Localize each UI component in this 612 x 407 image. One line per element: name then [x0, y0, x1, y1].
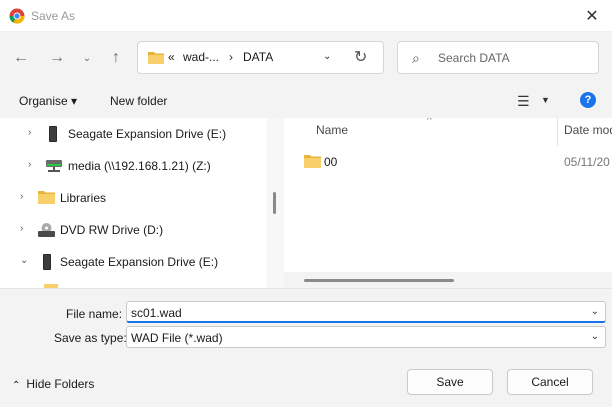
tree-item-media-z[interactable]: › media (\\192.168.1.21) (Z:): [0, 154, 267, 178]
drive-icon: [43, 254, 51, 270]
hide-folders-button[interactable]: ⌃ Hide Folders: [12, 377, 94, 391]
tree-item-label: media (\\192.168.1.21) (Z:): [68, 159, 211, 173]
tree-item-label: Seagate Expansion Drive (E:): [68, 127, 227, 141]
navigation-bar: ← → ⌄ ↑ « wad-... › DATA ⌄ ↻ ⌕ Search DA…: [0, 32, 612, 83]
tree-item-label: DVD RW Drive (D:): [60, 223, 164, 237]
save-type-value: WAD File (*.wad): [131, 331, 223, 345]
arrow-up-icon: ↑: [112, 49, 120, 66]
file-list: ^ Name Date mod 00 05/11/20: [284, 118, 612, 288]
dvd-drive-icon: [38, 223, 55, 237]
tree-item-libraries[interactable]: › Libraries: [0, 186, 267, 210]
command-bar: Organise ▾ New folder ☰ ▼ ?: [0, 83, 612, 118]
chevron-up-icon: ⌃: [12, 380, 21, 391]
view-options-icon[interactable]: ☰: [517, 93, 530, 110]
arrow-right-icon: →: [49, 49, 65, 66]
chevron-down-icon[interactable]: ⌄: [591, 306, 599, 317]
tree-item-label: Seagate Expansion Drive (E:): [60, 255, 219, 269]
address-overflow-icon[interactable]: «: [168, 50, 175, 64]
cancel-button[interactable]: Cancel: [507, 369, 593, 395]
file-name-label: File name:: [66, 307, 123, 321]
file-name-field[interactable]: sc01.wad ⌄: [126, 301, 606, 323]
save-type-select[interactable]: WAD File (*.wad) ⌄: [126, 326, 606, 348]
chevron-down-icon: ⌄: [82, 52, 92, 64]
collapse-icon[interactable]: ⌄: [20, 255, 28, 266]
save-form: File name: sc01.wad ⌄ Save as type: WAD …: [0, 288, 612, 407]
column-header-name[interactable]: Name: [316, 123, 348, 137]
scrollbar-thumb[interactable]: [273, 192, 276, 214]
view-dropdown-icon[interactable]: ▼: [541, 95, 550, 105]
horizontal-scrollbar[interactable]: [284, 272, 612, 288]
drive-icon: [49, 126, 57, 142]
hide-folders-label: Hide Folders: [26, 377, 95, 391]
search-box[interactable]: ⌕ Search DATA: [397, 41, 599, 74]
chevron-down-icon: ⌄: [590, 331, 599, 342]
libraries-icon: [38, 191, 55, 204]
expand-icon[interactable]: ›: [20, 223, 23, 234]
breadcrumb-data[interactable]: DATA: [243, 50, 273, 64]
save-type-label: Save as type:: [54, 331, 127, 345]
new-folder-button[interactable]: New folder: [110, 94, 167, 108]
window-title: Save As: [31, 9, 76, 23]
recent-locations-button[interactable]: ⌄: [75, 46, 99, 70]
tree-item-label: Libraries: [60, 191, 107, 205]
navigation-pane: › Seagate Expansion Drive (E:) › media (…: [0, 118, 267, 288]
scrollbar-thumb[interactable]: [304, 279, 454, 282]
tree-item-seagate-e[interactable]: › Seagate Expansion Drive (E:): [0, 122, 267, 146]
forward-button[interactable]: →: [45, 46, 69, 70]
back-button[interactable]: ←: [9, 46, 33, 70]
save-button[interactable]: Save: [407, 369, 493, 395]
sort-ascending-icon: ^: [427, 118, 432, 126]
address-bar[interactable]: « wad-... › DATA ⌄ ↻: [137, 41, 384, 74]
network-drive-icon: [46, 160, 62, 172]
file-name: 00: [324, 155, 338, 169]
title-bar: Save As ✕: [0, 0, 612, 32]
up-button[interactable]: ↑: [104, 46, 128, 70]
address-dropdown-icon[interactable]: ⌄: [323, 51, 331, 62]
chrome-icon: [9, 8, 25, 24]
close-button[interactable]: ✕: [572, 0, 612, 32]
file-date: 05/11/20: [564, 155, 610, 169]
column-header-date-modified[interactable]: Date mod: [564, 123, 612, 137]
breadcrumb-wad[interactable]: wad-...: [183, 50, 219, 64]
column-divider[interactable]: [557, 118, 558, 146]
refresh-icon[interactable]: ↻: [354, 47, 367, 67]
tree-item-seagate-e-expanded[interactable]: ⌄ Seagate Expansion Drive (E:): [0, 250, 267, 274]
expand-icon[interactable]: ›: [20, 191, 23, 202]
file-name-value[interactable]: sc01.wad: [131, 306, 182, 320]
tree-item-dvd-d[interactable]: › DVD RW Drive (D:): [0, 218, 267, 242]
close-icon: ✕: [585, 8, 599, 25]
arrow-left-icon: ←: [13, 49, 29, 66]
expand-icon[interactable]: ›: [28, 159, 31, 170]
search-icon: ⌕: [412, 50, 420, 66]
help-icon[interactable]: ?: [580, 92, 596, 108]
folder-icon: [304, 155, 321, 168]
expand-icon[interactable]: ›: [28, 127, 31, 138]
organise-button[interactable]: Organise ▾: [19, 94, 77, 108]
breadcrumb-separator-icon: ›: [229, 50, 233, 64]
search-input[interactable]: Search DATA: [438, 51, 510, 65]
folder-icon: [148, 52, 164, 64]
navigation-scrollbar[interactable]: [267, 118, 284, 288]
